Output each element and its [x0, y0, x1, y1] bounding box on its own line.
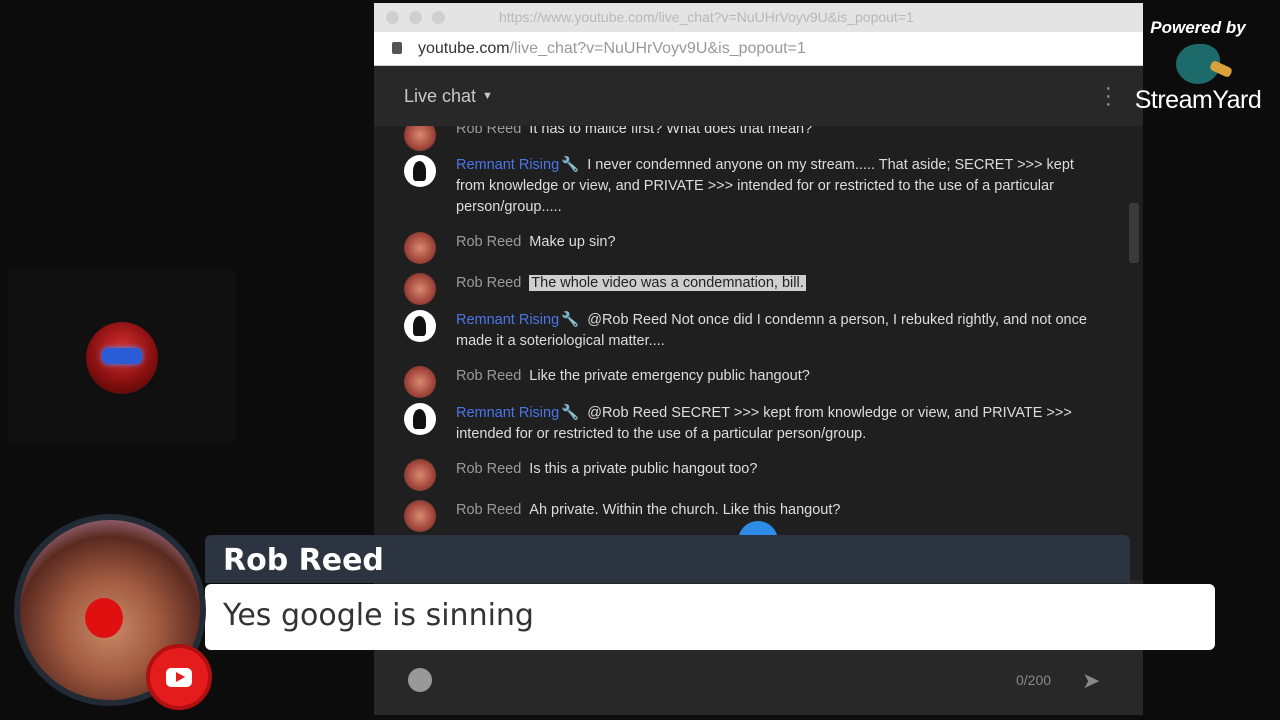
- author-name[interactable]: Rob Reed: [456, 461, 521, 477]
- banner-message: Yes google is sinning: [223, 598, 534, 633]
- chat-message: Rob Reed The whole video was a condemnati…: [404, 273, 1094, 305]
- chat-message: Remnant Rising 🔧 @Rob Reed SECRET >>> kept…: [404, 403, 1094, 445]
- avatar: [404, 366, 436, 398]
- chat-message: Rob Reed It has to malice first? What doe…: [404, 126, 1094, 151]
- avatar: [404, 310, 436, 342]
- address-path: /live_chat?v=NuUHrVoyv9U&is_popout=1: [509, 40, 806, 57]
- author-name[interactable]: Rob Reed: [456, 234, 521, 250]
- minimize-dot[interactable]: [409, 11, 422, 24]
- message-list: Rob Reed It has to malice first? What doe…: [374, 126, 1143, 533]
- avatar: [404, 155, 436, 187]
- wrench-icon: 🔧: [561, 312, 580, 328]
- comment-banner-name: Rob Reed: [205, 535, 1130, 583]
- message-text: Like the private emergency public hangou…: [529, 368, 810, 384]
- avatar: [404, 273, 436, 305]
- avatar: [404, 232, 436, 264]
- message-text: Is this a private public hangout too?: [529, 461, 758, 477]
- chat-message: Rob Reed Like the private emergency publi…: [404, 366, 1094, 398]
- window-title: https://www.youtube.com/live_chat?v=NuUH…: [499, 9, 914, 25]
- banner-author: Rob Reed: [223, 543, 384, 578]
- message-text: Make up sin?: [529, 234, 616, 250]
- chat-message: Remnant Rising 🔧 @Rob Reed Not once did I …: [404, 310, 1094, 352]
- brand-name: StreamYard: [1134, 86, 1262, 114]
- author-name[interactable]: Remnant Rising: [456, 405, 559, 421]
- chat-title: Live chat: [404, 86, 477, 106]
- author-name[interactable]: Remnant Rising: [456, 157, 559, 173]
- more-options-icon[interactable]: · · ·: [1105, 78, 1112, 114]
- chat-message: Rob Reed Ah private. Within the church. L…: [404, 500, 1094, 532]
- avatar: [404, 459, 436, 491]
- wrench-icon: 🔧: [561, 405, 580, 421]
- avatar: [404, 403, 436, 435]
- comment-banner-message: Yes google is sinning: [205, 584, 1215, 650]
- streamyard-branding: Powered by StreamYard: [1128, 18, 1268, 115]
- wrench-icon: 🔧: [561, 157, 580, 173]
- chat-message: Rob Reed Is this a private public hangout…: [404, 459, 1094, 491]
- chat-message: Remnant Rising 🔧 I never condemned anyone …: [404, 155, 1094, 218]
- message-text: It has to malice first? What does that m…: [529, 126, 813, 137]
- clown-nose: [85, 598, 123, 638]
- avatar: [404, 500, 436, 532]
- title-bar: https://www.youtube.com/live_chat?v=NuUH…: [374, 3, 1143, 32]
- scrollbar-thumb[interactable]: [1129, 203, 1139, 263]
- chat-message: Rob Reed Make up sin?: [404, 232, 1094, 264]
- caret-down-icon: ▼: [482, 90, 493, 102]
- author-name[interactable]: Rob Reed: [456, 275, 521, 291]
- maximize-dot[interactable]: [432, 11, 445, 24]
- author-name[interactable]: Rob Reed: [456, 502, 521, 518]
- send-icon[interactable]: ➤: [1082, 668, 1100, 694]
- avatar: [404, 126, 436, 151]
- char-counter: 0/200: [1016, 672, 1052, 688]
- window-controls[interactable]: [386, 11, 445, 24]
- powered-by-label: Powered by: [1150, 18, 1246, 37]
- youtube-icon: [146, 644, 212, 710]
- message-text: Ah private. Within the church. Like this…: [529, 502, 841, 518]
- author-name[interactable]: Rob Reed: [456, 368, 521, 384]
- live-chat-dropdown[interactable]: Live chat ▼: [404, 86, 493, 107]
- streamyard-logo-icon: [1176, 44, 1220, 84]
- emoji-icon[interactable]: [408, 668, 432, 692]
- author-name[interactable]: Rob Reed: [456, 126, 521, 137]
- guest-avatar-orb: [86, 322, 158, 394]
- lock-icon: [392, 42, 402, 54]
- close-dot[interactable]: [386, 11, 399, 24]
- address-bar[interactable]: youtube.com/live_chat?v=NuUHrVoyv9U&is_p…: [374, 32, 1143, 66]
- author-name[interactable]: Remnant Rising: [456, 312, 559, 328]
- address-domain: youtube.com: [418, 40, 510, 57]
- message-text: The whole video was a condemnation, bill…: [529, 275, 806, 291]
- chat-header: Live chat ▼ · · ·: [374, 66, 1143, 126]
